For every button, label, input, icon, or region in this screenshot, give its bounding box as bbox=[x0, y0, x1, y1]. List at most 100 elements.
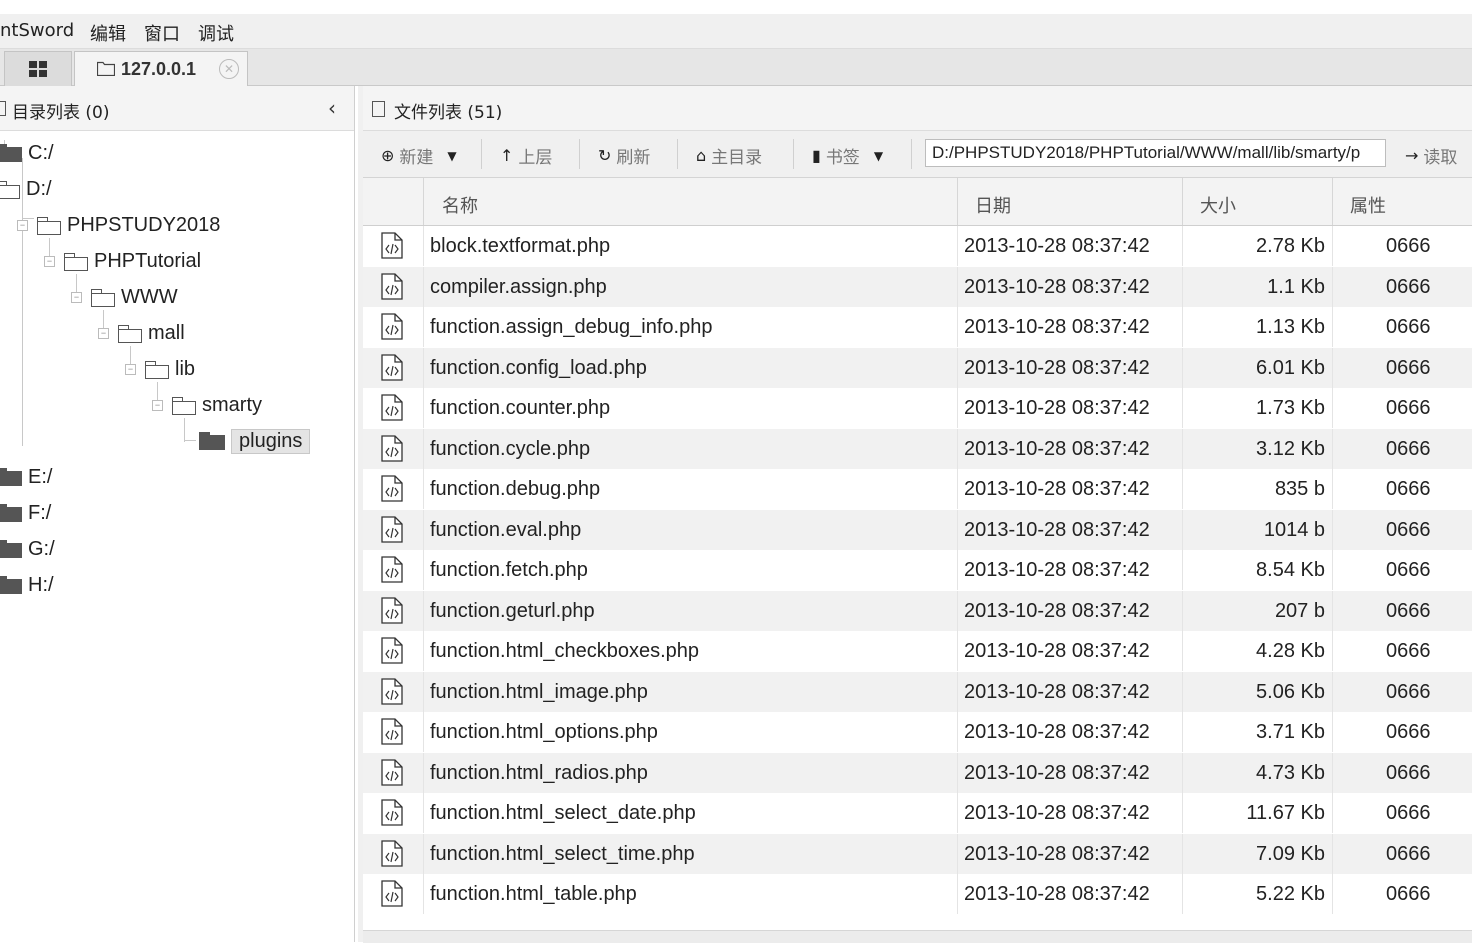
tree-item[interactable]: E:/ bbox=[0, 462, 52, 492]
file-date: 2013-10-28 08:37:42 bbox=[964, 559, 1150, 581]
new-button[interactable]: ⊕ 新建 ▼ bbox=[381, 143, 457, 168]
table-row[interactable]: function.html_select_time.php 2013-10-28 … bbox=[363, 833, 1472, 874]
table-row[interactable]: function.debug.php 2013-10-28 08:37:42 835… bbox=[363, 469, 1472, 509]
window-top-edge bbox=[0, 0, 1472, 14]
file-name: function.counter.php bbox=[430, 397, 611, 419]
refresh-icon: ↻ bbox=[598, 146, 612, 165]
close-icon[interactable]: ✕ bbox=[219, 59, 239, 79]
column-attr[interactable]: 属性 bbox=[1350, 192, 1386, 218]
folder-icon bbox=[0, 504, 22, 522]
menu-debug[interactable]: 调试 bbox=[198, 20, 234, 46]
file-attr: 0666 bbox=[1386, 883, 1431, 905]
bookmark-button[interactable]: ▮ 书签 ▼ bbox=[812, 143, 883, 168]
collapse-icon[interactable]: − bbox=[71, 292, 82, 303]
file-size: 11.67 Kb bbox=[1246, 802, 1325, 824]
file-icon bbox=[372, 101, 385, 117]
folder-icon bbox=[0, 468, 22, 486]
file-attr: 0666 bbox=[1386, 235, 1431, 257]
file-name: block.textformat.php bbox=[430, 235, 611, 257]
menu-app[interactable]: ntSword bbox=[0, 20, 74, 41]
menu-window[interactable]: 窗口 bbox=[144, 20, 180, 46]
column-date[interactable]: 日期 bbox=[975, 192, 1011, 218]
code-file-icon bbox=[381, 880, 403, 913]
file-date: 2013-10-28 08:37:42 bbox=[964, 640, 1150, 662]
path-input[interactable] bbox=[925, 139, 1386, 167]
caret-down-icon: ▼ bbox=[873, 148, 884, 163]
directory-panel-title: 目录列表 (0) bbox=[12, 103, 110, 123]
file-date: 2013-10-28 08:37:42 bbox=[964, 721, 1150, 743]
table-row[interactable]: function.html_select_date.php 2013-10-28 … bbox=[363, 793, 1472, 833]
table-row[interactable]: function.html_table.php 2013-10-28 08:37:… bbox=[363, 874, 1472, 914]
tree-item[interactable]: PHPSTUDY2018 bbox=[37, 210, 220, 240]
tree-item[interactable]: H:/ bbox=[0, 570, 54, 600]
collapse-icon[interactable]: − bbox=[98, 328, 109, 339]
file-date: 2013-10-28 08:37:42 bbox=[964, 599, 1150, 622]
horizontal-scrollbar[interactable] bbox=[363, 930, 1472, 943]
file-date: 2013-10-28 08:37:42 bbox=[964, 356, 1150, 379]
file-size: 1.1 Kb bbox=[1267, 275, 1325, 298]
file-panel-header: 文件列表 (51) bbox=[363, 86, 1472, 131]
table-row[interactable]: function.counter.php 2013-10-28 08:37:42 1… bbox=[363, 388, 1472, 428]
collapse-icon[interactable]: − bbox=[44, 256, 55, 267]
code-file-icon bbox=[381, 839, 403, 873]
tab-bar: 127.0.0.1 ✕ bbox=[0, 49, 1472, 86]
menu-edit[interactable]: 编辑 bbox=[90, 20, 126, 46]
table-row[interactable]: function.html_radios.php 2013-10-28 08:37… bbox=[363, 752, 1472, 793]
chevron-left-icon[interactable]: ‹ bbox=[328, 96, 336, 120]
code-file-icon bbox=[381, 475, 403, 508]
column-size[interactable]: 大小 bbox=[1200, 192, 1236, 218]
tree-item-selected[interactable]: plugins bbox=[199, 426, 311, 456]
file-attr: 0666 bbox=[1386, 599, 1431, 622]
file-name: function.geturl.php bbox=[430, 599, 595, 622]
refresh-button[interactable]: ↻ 刷新 bbox=[598, 143, 650, 168]
file-panel-title: 文件列表 (51) bbox=[394, 103, 503, 123]
directory-panel-header: 目录列表 (0) ‹ bbox=[0, 86, 354, 131]
table-row[interactable]: function.html_options.php 2013-10-28 08:3… bbox=[363, 712, 1472, 752]
tab-home[interactable] bbox=[4, 51, 72, 86]
table-row[interactable]: function.eval.php 2013-10-28 08:37:42 1014… bbox=[363, 509, 1472, 550]
home-button[interactable]: ⌂ 主目录 bbox=[696, 143, 762, 168]
arrow-up-icon: ↑ bbox=[500, 146, 514, 165]
folder-open-icon bbox=[64, 252, 88, 271]
file-name: compiler.assign.php bbox=[430, 275, 607, 298]
column-name[interactable]: 名称 bbox=[442, 192, 478, 218]
table-row[interactable]: compiler.assign.php 2013-10-28 08:37:42 1.… bbox=[363, 266, 1472, 307]
file-name: function.eval.php bbox=[430, 518, 582, 541]
home-icon: ⌂ bbox=[696, 146, 707, 165]
table-row[interactable]: function.fetch.php 2013-10-28 08:37:42 8.5… bbox=[363, 550, 1472, 590]
file-size: 1014 b bbox=[1263, 518, 1325, 541]
tree-item[interactable]: G:/ bbox=[0, 534, 55, 564]
folder-open-icon bbox=[172, 396, 196, 415]
table-row[interactable]: function.html_image.php 2013-10-28 08:37:… bbox=[363, 671, 1472, 712]
up-button[interactable]: ↑ 上层 bbox=[500, 143, 552, 168]
file-attr: 0666 bbox=[1386, 680, 1431, 703]
collapse-icon[interactable]: − bbox=[125, 364, 136, 375]
file-date: 2013-10-28 08:37:42 bbox=[964, 842, 1150, 865]
tree-item[interactable]: F:/ bbox=[0, 498, 51, 528]
tree-item[interactable]: lib bbox=[145, 354, 195, 384]
file-name: function.html_table.php bbox=[430, 883, 637, 905]
table-row[interactable]: function.geturl.php 2013-10-28 08:37:42 20… bbox=[363, 590, 1472, 631]
panel-icon bbox=[0, 101, 6, 116]
tree-item[interactable]: D:/ bbox=[0, 174, 52, 204]
table-row[interactable]: function.cycle.php 2013-10-28 08:37:42 3.1… bbox=[363, 428, 1472, 469]
file-attr: 0666 bbox=[1386, 842, 1431, 865]
tree-item[interactable]: mall bbox=[118, 318, 185, 348]
tab-host[interactable]: 127.0.0.1 ✕ bbox=[74, 51, 248, 86]
table-row[interactable]: function.config_load.php 2013-10-28 08:37… bbox=[363, 347, 1472, 388]
tree-item[interactable]: PHPTutorial bbox=[64, 246, 201, 276]
collapse-icon[interactable]: − bbox=[17, 220, 28, 231]
table-row[interactable]: function.html_checkboxes.php 2013-10-28 0… bbox=[363, 631, 1472, 671]
tree-item[interactable]: C:/ bbox=[0, 138, 54, 168]
tree-item[interactable]: smarty bbox=[172, 390, 262, 420]
file-attr: 0666 bbox=[1386, 437, 1431, 460]
collapse-icon[interactable]: − bbox=[152, 400, 163, 411]
table-row[interactable]: block.textformat.php 2013-10-28 08:37:42 2… bbox=[363, 226, 1472, 266]
tree-item[interactable]: WWW bbox=[91, 282, 178, 312]
file-attr: 0666 bbox=[1386, 275, 1431, 298]
read-button[interactable]: → 读取 bbox=[1405, 143, 1457, 168]
table-row[interactable]: function.assign_debug_info.php 2013-10-28… bbox=[363, 307, 1472, 347]
file-toolbar: ⊕ 新建 ▼ ↑ 上层 ↻ 刷新 ⌂ 主目录 ▮ 书签 ▼ → 读取 bbox=[363, 131, 1472, 178]
file-attr: 0666 bbox=[1386, 316, 1431, 338]
file-name: function.html_radios.php bbox=[430, 761, 648, 784]
